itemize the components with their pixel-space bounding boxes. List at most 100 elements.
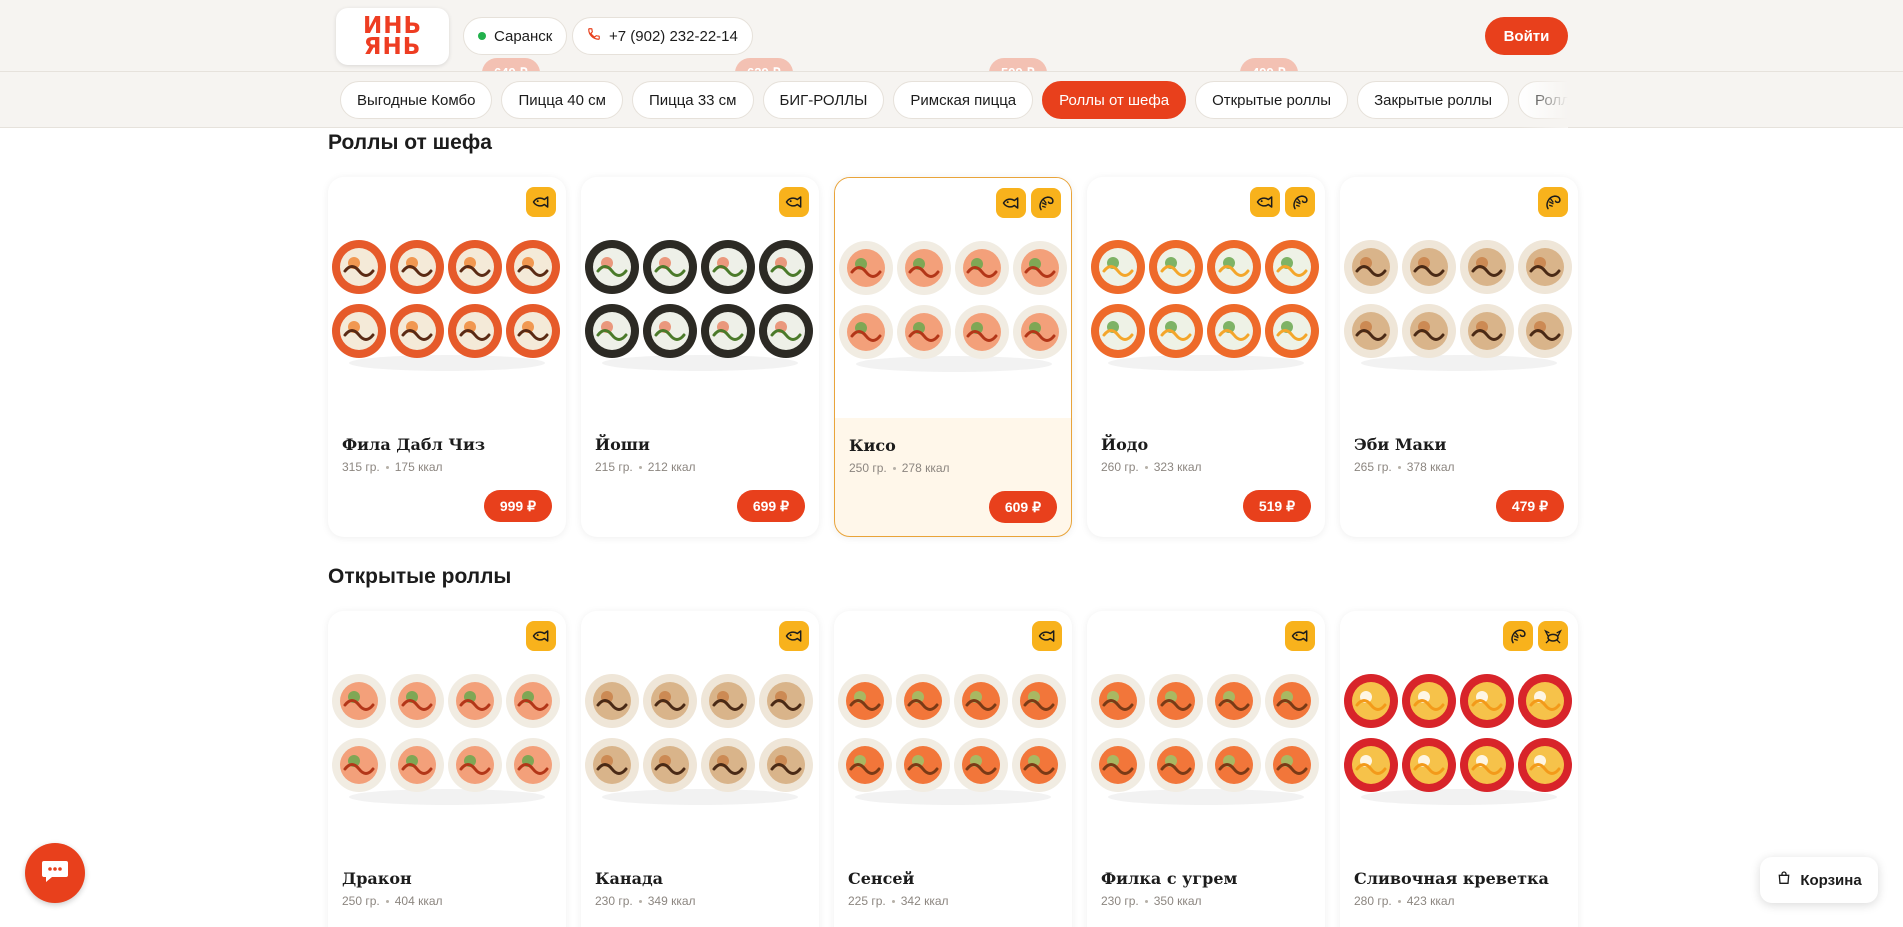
product-name: Эби Маки bbox=[1354, 435, 1447, 454]
product-kcal: 404 ккал bbox=[394, 894, 443, 908]
category-tab[interactable]: Выгодные Комбо bbox=[340, 81, 493, 119]
product-name: Фила Дабл Чиз bbox=[342, 435, 486, 454]
section-title: Роллы от шефа bbox=[328, 131, 492, 154]
category-fade bbox=[1520, 72, 1568, 128]
fish-icon bbox=[996, 188, 1026, 218]
category-tab[interactable]: Закрытые роллы bbox=[1357, 81, 1509, 119]
faded-price: 629 ₽ bbox=[735, 58, 793, 71]
product-card[interactable]: Йоши 215 гр. 212 ккал 699 ₽ bbox=[581, 177, 819, 537]
product-name: Филка с угрем bbox=[1101, 869, 1238, 888]
phone-icon bbox=[587, 27, 601, 45]
price-button[interactable]: 699 ₽ bbox=[736, 490, 805, 522]
category-tab[interactable]: Открытые роллы bbox=[1195, 81, 1349, 119]
fish-icon bbox=[526, 187, 556, 217]
product-name: Кисо bbox=[849, 436, 896, 455]
brand-logo[interactable]: ИНЬ ЯНЬ bbox=[336, 8, 449, 65]
price-button[interactable]: 479 ₽ bbox=[1495, 490, 1564, 522]
price-button[interactable]: 519 ₽ bbox=[1242, 490, 1311, 522]
product-card[interactable]: Фила Дабл Чиз 315 гр. 175 ккал 999 ₽ bbox=[328, 177, 566, 537]
product-weight: 230 гр. bbox=[595, 894, 633, 908]
category-tab[interactable]: Пицца 33 см bbox=[631, 81, 754, 119]
product-badges bbox=[779, 621, 809, 651]
meta-separator bbox=[891, 899, 895, 903]
meta-separator bbox=[638, 465, 642, 469]
faded-price: 649 ₽ bbox=[482, 58, 540, 71]
fish-icon bbox=[779, 187, 809, 217]
product-name: Сливочная креветка bbox=[1354, 869, 1549, 888]
crab-icon bbox=[1538, 621, 1568, 651]
product-weight: 225 гр. bbox=[848, 894, 886, 908]
product-badges bbox=[1503, 621, 1568, 651]
product-kcal: 423 ккал bbox=[1406, 894, 1455, 908]
shrimp-icon bbox=[1538, 187, 1568, 217]
product-meta: 260 гр. 323 ккал bbox=[1101, 460, 1202, 474]
product-kcal: 350 ккал bbox=[1153, 894, 1202, 908]
meta-separator bbox=[1397, 465, 1401, 469]
shrimp-icon bbox=[1285, 187, 1315, 217]
fish-icon bbox=[779, 621, 809, 651]
product-weight: 230 гр. bbox=[1101, 894, 1139, 908]
product-card[interactable]: Кисо 250 гр. 278 ккал 609 ₽ bbox=[834, 177, 1072, 537]
product-kcal: 278 ккал bbox=[901, 461, 950, 475]
category-tab[interactable]: Роллы от шефа bbox=[1042, 81, 1187, 119]
meta-separator bbox=[638, 899, 642, 903]
product-weight: 280 гр. bbox=[1354, 894, 1392, 908]
bag-icon bbox=[1776, 870, 1792, 890]
fish-icon bbox=[1250, 187, 1280, 217]
product-card[interactable]: Сливочная креветка 280 гр. 423 ккал bbox=[1340, 611, 1578, 927]
product-weight: 265 гр. bbox=[1354, 460, 1392, 474]
product-card[interactable]: Йодо 260 гр. 323 ккал 519 ₽ bbox=[1087, 177, 1325, 537]
login-button[interactable]: Войти bbox=[1485, 17, 1568, 55]
product-kcal: 212 ккал bbox=[647, 460, 696, 474]
fish-icon bbox=[1285, 621, 1315, 651]
category-tabs: Выгодные Комбо Пицца 40 см Пицца 33 см БИГ-… bbox=[340, 81, 1568, 121]
header-bar: 649 ₽ 629 ₽ 599 ₽ 499 ₽ ИНЬ ЯНЬ Саранск … bbox=[0, 0, 1903, 72]
product-kcal: 323 ккал bbox=[1153, 460, 1202, 474]
product-badges bbox=[1285, 621, 1315, 651]
product-meta: 250 гр. 278 ккал bbox=[849, 461, 950, 475]
product-card[interactable]: Эби Маки 265 гр. 378 ккал 479 ₽ bbox=[1340, 177, 1578, 537]
product-meta: 230 гр. 350 ккал bbox=[1101, 894, 1202, 908]
product-kcal: 349 ккал bbox=[647, 894, 696, 908]
product-meta: 280 гр. 423 ккал bbox=[1354, 894, 1455, 908]
cart-button[interactable]: Корзина bbox=[1760, 857, 1878, 903]
product-name: Дракон bbox=[342, 869, 412, 888]
meta-separator bbox=[385, 465, 389, 469]
product-name: Сенсей bbox=[848, 869, 915, 888]
fish-icon bbox=[1032, 621, 1062, 651]
meta-separator bbox=[1144, 465, 1148, 469]
chat-icon bbox=[40, 858, 70, 889]
product-card[interactable]: Сенсей 225 гр. 342 ккал bbox=[834, 611, 1072, 927]
phone-link[interactable]: +7 (902) 232-22-14 bbox=[572, 17, 753, 55]
product-name: Канада bbox=[595, 869, 664, 888]
product-weight: 260 гр. bbox=[1101, 460, 1139, 474]
price-button[interactable]: 999 ₽ bbox=[483, 490, 552, 522]
meta-separator bbox=[1397, 899, 1401, 903]
category-tab[interactable]: Пицца 40 см bbox=[501, 81, 623, 119]
category-tab[interactable]: БИГ-РОЛЛЫ bbox=[762, 81, 885, 119]
faded-price: 499 ₽ bbox=[1240, 58, 1298, 71]
product-meta: 265 гр. 378 ккал bbox=[1354, 460, 1455, 474]
product-card[interactable]: Канада 230 гр. 349 ккал bbox=[581, 611, 819, 927]
meta-separator bbox=[1144, 899, 1148, 903]
product-name: Йодо bbox=[1101, 435, 1149, 454]
product-badges bbox=[996, 188, 1061, 218]
meta-separator bbox=[892, 466, 896, 470]
meta-separator bbox=[385, 899, 389, 903]
price-button[interactable]: 609 ₽ bbox=[988, 491, 1057, 523]
cart-label: Корзина bbox=[1800, 871, 1862, 889]
product-badges bbox=[526, 187, 556, 217]
product-meta: 225 гр. 342 ккал bbox=[848, 894, 949, 908]
product-meta: 250 гр. 404 ккал bbox=[342, 894, 443, 908]
product-weight: 250 гр. bbox=[342, 894, 380, 908]
product-card[interactable]: Филка с угрем 230 гр. 350 ккал bbox=[1087, 611, 1325, 927]
fish-icon bbox=[526, 621, 556, 651]
city-selector[interactable]: Саранск bbox=[463, 17, 568, 55]
product-kcal: 342 ккал bbox=[900, 894, 949, 908]
product-card[interactable]: Дракон 250 гр. 404 ккал bbox=[328, 611, 566, 927]
category-tab[interactable]: Римская пицца bbox=[893, 81, 1034, 119]
product-name: Йоши bbox=[595, 435, 650, 454]
phone-number: +7 (902) 232-22-14 bbox=[609, 27, 738, 45]
chat-button[interactable] bbox=[25, 843, 85, 903]
product-meta: 230 гр. 349 ккал bbox=[595, 894, 696, 908]
